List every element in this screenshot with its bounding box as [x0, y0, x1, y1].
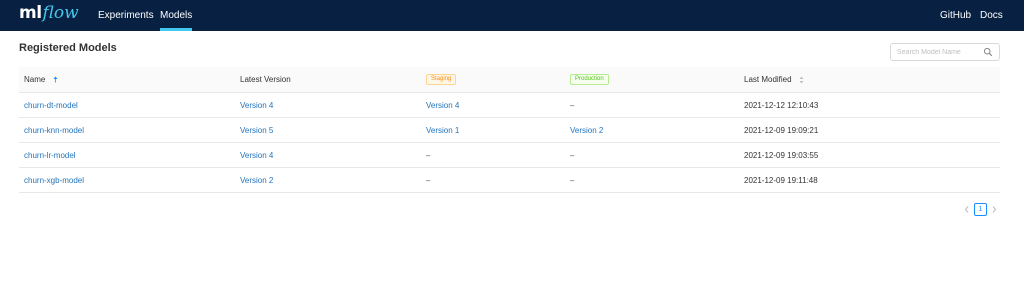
nav-models[interactable]: Models	[160, 0, 193, 31]
column-header-name[interactable]: Name	[24, 67, 58, 92]
latest-version-link[interactable]: Version 2	[240, 168, 273, 192]
latest-version-link[interactable]: Version 4	[240, 93, 273, 117]
column-header-production: Production	[570, 67, 609, 92]
chevron-right-icon[interactable]	[989, 203, 999, 216]
search-icon[interactable]	[983, 47, 993, 57]
table-row: churn-lr-model Version 4 – – 2021-12-09 …	[19, 143, 1000, 168]
last-modified-value: 2021-12-09 19:09:21	[744, 126, 819, 135]
column-header-name-label: Name	[24, 75, 46, 84]
last-modified-value: 2021-12-12 12:10:43	[744, 101, 819, 110]
nav-github[interactable]: GitHub	[940, 0, 971, 31]
latest-version-link[interactable]: Version 5	[240, 118, 273, 142]
column-header-latest-version: Latest Version	[240, 75, 291, 84]
production-version-empty: –	[570, 176, 575, 185]
model-name-link[interactable]: churn-xgb-model	[24, 168, 84, 192]
production-version-empty: –	[570, 101, 575, 110]
logo-ml-text: ml	[19, 3, 42, 23]
staging-version-link[interactable]: Version 4	[426, 93, 459, 117]
last-modified-value: 2021-12-09 19:11:48	[744, 176, 818, 185]
nav-docs[interactable]: Docs	[980, 0, 1003, 31]
model-name-link[interactable]: churn-lr-model	[24, 143, 76, 167]
table-row: churn-dt-model Version 4 Version 4 – 202…	[19, 93, 1000, 118]
column-header-staging: Staging	[426, 67, 457, 92]
staging-version-empty: –	[426, 176, 431, 185]
table-header: Name Latest Version Staging Production L…	[19, 67, 1000, 93]
staging-version-empty: –	[426, 151, 431, 160]
production-version-empty: –	[570, 151, 575, 160]
staging-version-link[interactable]: Version 1	[426, 118, 459, 142]
table-row: churn-knn-model Version 5 Version 1 Vers…	[19, 118, 1000, 143]
sort-toggle-icon[interactable]	[799, 76, 804, 84]
sort-ascending-icon[interactable]	[53, 76, 58, 83]
production-badge: Production	[570, 74, 609, 86]
models-table: Name Latest Version Staging Production L…	[19, 67, 1000, 193]
search-input[interactable]	[891, 44, 981, 60]
column-header-last-modified[interactable]: Last Modified	[744, 67, 804, 92]
last-modified-value: 2021-12-09 19:03:55	[744, 151, 819, 160]
logo-flow-text: flow	[42, 3, 79, 23]
top-nav-bar: ml flow Experiments Models GitHub Docs	[0, 0, 1024, 31]
mlflow-logo[interactable]: ml flow	[19, 3, 79, 27]
page-title: Registered Models	[19, 42, 117, 54]
latest-version-link[interactable]: Version 4	[240, 143, 273, 167]
model-name-link[interactable]: churn-knn-model	[24, 118, 84, 142]
column-header-last-modified-label: Last Modified	[744, 75, 792, 84]
table-row: churn-xgb-model Version 2 – – 2021-12-09…	[19, 168, 1000, 193]
staging-badge: Staging	[426, 74, 457, 86]
pagination-page-current[interactable]: 1	[974, 203, 987, 216]
nav-experiments[interactable]: Experiments	[98, 0, 154, 31]
model-name-link[interactable]: churn-dt-model	[24, 93, 78, 117]
search-box	[890, 43, 1000, 61]
production-version-link[interactable]: Version 2	[570, 118, 603, 142]
chevron-left-icon[interactable]	[962, 203, 972, 216]
